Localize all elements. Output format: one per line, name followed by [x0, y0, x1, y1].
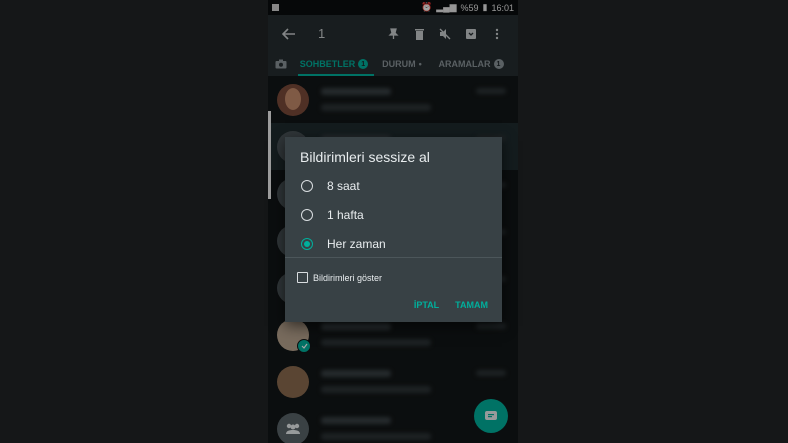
mute-notifications-dialog: Bildirimleri sessize al 8 saat 1 hafta H… [285, 137, 502, 322]
ok-button[interactable]: TAMAM [455, 300, 488, 310]
option-always[interactable]: Her zaman [301, 237, 386, 251]
cancel-button[interactable]: İPTAL [414, 300, 439, 310]
option-label: 8 saat [327, 179, 360, 193]
radio-button-selected[interactable] [301, 238, 313, 250]
checkbox[interactable] [297, 272, 308, 283]
option-label: Her zaman [327, 237, 386, 251]
radio-button[interactable] [301, 180, 313, 192]
divider [285, 257, 502, 258]
radio-button[interactable] [301, 209, 313, 221]
option-1-week[interactable]: 1 hafta [301, 208, 364, 222]
option-label: 1 hafta [327, 208, 364, 222]
show-notifications-checkbox[interactable]: Bildirimleri göster [297, 272, 382, 283]
checkbox-label: Bildirimleri göster [313, 272, 383, 283]
dialog-title: Bildirimleri sessize al [300, 149, 430, 165]
option-8-hours[interactable]: 8 saat [301, 179, 360, 193]
dialog-actions: İPTAL TAMAM [414, 300, 488, 310]
